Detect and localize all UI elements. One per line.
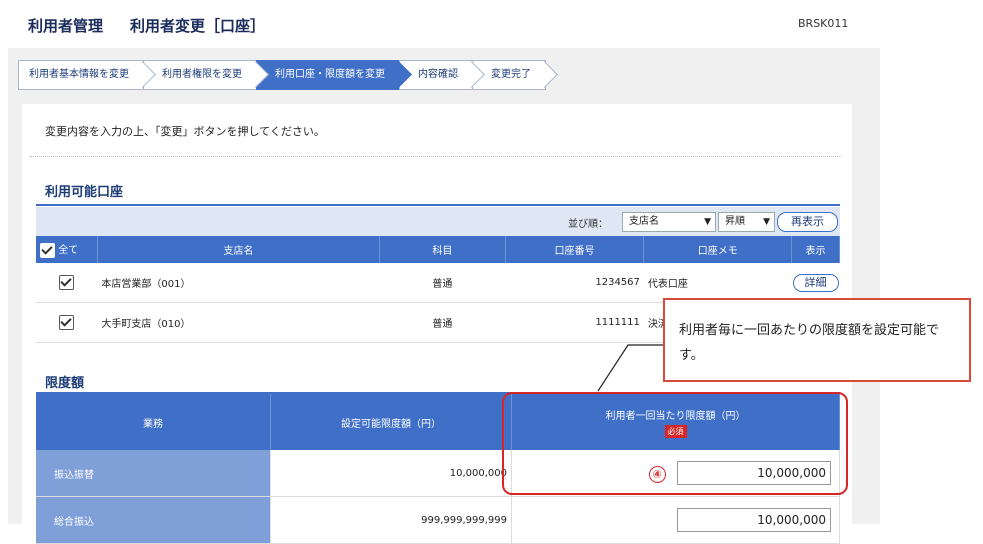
callout-text: 利用者毎に一回あたりの限度額を設定可能です。 [679, 323, 940, 363]
col-branch: 支店名 [97, 236, 381, 263]
table-header-row: 全て 支店名 科目 口座番号 口座メモ 表示 [36, 236, 840, 263]
instruction-text: 変更内容を入力の上、「変更」ボタンを押してください。 [45, 125, 325, 138]
account-number-cell: 1234567 [505, 263, 644, 303]
task-cell: 振込振替 [36, 450, 271, 497]
step-permissions: 利用者権限を変更 [143, 60, 269, 90]
detail-button[interactable]: 詳細 [792, 273, 839, 292]
user-limit-input[interactable]: 10,000,000 [677, 508, 831, 532]
col-memo: 口座メモ [643, 236, 792, 263]
branch-cell: 本店営業部（001） [97, 263, 380, 303]
type-cell: 普通 [379, 302, 506, 343]
sort-order-select[interactable]: 昇順 ▼ [718, 212, 775, 232]
limits-section-title: 限度額 [45, 376, 85, 391]
page-title: 利用者変更［口座］ [130, 17, 266, 35]
table-row: 本店営業部（001） 普通 1234567 代表口座 詳細 [36, 263, 840, 303]
accounts-section-title: 利用可能口座 [45, 185, 124, 200]
highlight-frame [502, 392, 848, 495]
divider [30, 156, 842, 157]
col-task: 業務 [36, 394, 271, 450]
checkbox-select-all[interactable] [40, 242, 55, 258]
sort-field-select[interactable]: 支店名 ▼ [622, 212, 716, 232]
row-checkbox[interactable] [59, 315, 75, 330]
sort-label: 並び順： [568, 219, 608, 230]
type-cell: 普通 [379, 263, 506, 303]
step-basic-info: 利用者基本情報を変更 [18, 60, 156, 90]
branch-cell: 大手町支店（010） [97, 302, 380, 343]
section-title: 利用者管理 [28, 17, 104, 35]
refresh-button[interactable]: 再表示 [777, 212, 838, 232]
max-limit-cell: 10,000,000 [270, 450, 512, 497]
select-all-header[interactable]: 全て [36, 236, 98, 263]
page-header: 利用者管理 利用者変更［口座］ BRSK011 [0, 0, 983, 48]
accounts-section-rule [36, 204, 840, 206]
chevron-down-icon: ▼ [704, 217, 711, 227]
callout-pointer [597, 344, 665, 392]
table-row: 総合振込 999,999,999,999 10,000,000 [36, 496, 840, 544]
chevron-down-icon: ▼ [763, 217, 770, 227]
max-limit-cell: 999,999,999,999 [270, 496, 512, 544]
step-accounts-limits: 利用口座・限度額を変更 [256, 60, 412, 90]
col-display: 表示 [791, 236, 840, 263]
annotation-callout: 利用者毎に一回あたりの限度額を設定可能です。 [663, 298, 971, 382]
task-cell: 総合振込 [36, 496, 271, 544]
col-account-number: 口座番号 [505, 236, 645, 263]
screen-code: BRSK011 [798, 17, 849, 30]
memo-cell: 代表口座 [643, 263, 792, 303]
step-indicator: 利用者基本情報を変更 利用者権限を変更 利用口座・限度額を変更 内容確認 変更完… [18, 60, 558, 90]
row-checkbox[interactable] [59, 275, 75, 290]
col-type: 科目 [379, 236, 506, 263]
col-max-limit: 設定可能限度額（円） [270, 394, 512, 450]
sort-bar: 並び順： 支店名 ▼ 昇順 ▼ 再表示 [36, 207, 840, 236]
